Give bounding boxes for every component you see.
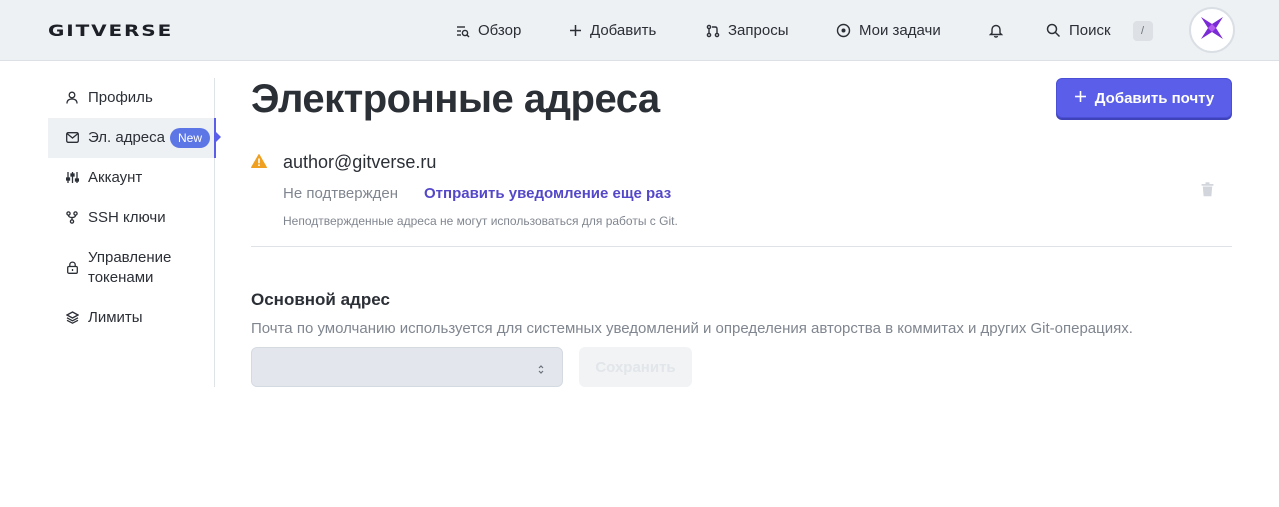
primary-address-description: Почта по умолчанию используется для сист… <box>251 320 1133 337</box>
unverified-note: Неподтвержденные адреса не могут использ… <box>283 214 678 228</box>
add-email-button[interactable]: Добавить почту <box>1056 78 1232 118</box>
sidebar-item-account[interactable]: Аккаунт <box>48 158 215 198</box>
plus-icon <box>1074 90 1087 107</box>
key-branch-icon <box>65 211 79 224</box>
email-address: author@gitverse.ru <box>283 152 437 172</box>
nav-add-label: Добавить <box>590 22 657 39</box>
sidebar-item-label: Лимиты <box>88 309 143 326</box>
settings-sidebar: Профиль Эл. адреса New Аккаунт SSH ключи <box>48 78 221 387</box>
sidebar-item-emails[interactable]: Эл. адреса New <box>48 118 221 158</box>
sidebar-item-tokens[interactable]: Управление токенами <box>48 238 215 298</box>
overview-icon <box>456 24 470 38</box>
sidebar-item-label: Управление токенами <box>88 249 172 286</box>
nav-add[interactable]: Добавить <box>569 0 656 61</box>
bell-icon <box>989 23 1003 38</box>
nav-requests[interactable]: Запросы <box>706 0 789 61</box>
nav-my-tasks-label: Мои задачи <box>859 22 941 39</box>
primary-email-select[interactable] <box>251 347 563 387</box>
nav-requests-label: Запросы <box>728 22 789 39</box>
mail-icon <box>65 132 79 143</box>
warning-icon <box>251 154 267 173</box>
avatar-logo-icon <box>1199 15 1225 46</box>
nav-my-tasks[interactable]: Мои задачи <box>836 0 941 61</box>
user-avatar[interactable] <box>1189 7 1235 53</box>
search-label: Поиск <box>1069 22 1111 39</box>
add-email-label: Добавить почту <box>1094 89 1215 107</box>
save-button[interactable]: Сохранить <box>579 347 692 387</box>
resend-verification-link[interactable]: Отправить уведомление еще раз <box>424 185 671 203</box>
issue-icon <box>836 23 851 38</box>
notifications-button[interactable] <box>989 0 1003 61</box>
chevron-updown-icon <box>538 362 544 380</box>
top-navbar: GITVERSE Обзор Добавить Запросы Мои зада… <box>0 0 1279 61</box>
trash-icon[interactable] <box>1201 182 1214 202</box>
search-icon <box>1046 23 1061 38</box>
logo-text: GITVERSE <box>48 20 174 40</box>
sliders-icon <box>65 171 79 184</box>
user-icon <box>65 91 79 104</box>
gitverse-logo[interactable]: GITVERSE <box>48 21 171 40</box>
email-status: Не подтвержден <box>283 185 398 202</box>
plus-icon <box>569 24 582 37</box>
sidebar-item-limits[interactable]: Лимиты <box>48 298 215 338</box>
sidebar-item-label: Эл. адреса <box>88 129 165 146</box>
sidebar-item-ssh-keys[interactable]: SSH ключи <box>48 198 215 238</box>
lock-icon <box>65 261 79 274</box>
layers-icon <box>65 311 79 324</box>
active-indicator <box>216 132 221 142</box>
search-shortcut-key: / <box>1132 20 1153 41</box>
section-divider <box>251 246 1232 247</box>
pull-request-icon <box>706 24 720 38</box>
sidebar-item-label: Профиль <box>88 89 153 106</box>
nav-overview[interactable]: Обзор <box>456 0 521 61</box>
new-badge: New <box>170 128 211 148</box>
sidebar-item-profile[interactable]: Профиль <box>48 78 215 118</box>
search-button[interactable]: Поиск / <box>1046 0 1153 61</box>
page-title: Электронные адреса <box>251 77 660 121</box>
primary-address-title: Основной адрес <box>251 290 390 309</box>
sidebar-item-label: Аккаунт <box>88 169 143 186</box>
nav-overview-label: Обзор <box>478 22 522 39</box>
sidebar-item-label: SSH ключи <box>88 209 166 226</box>
